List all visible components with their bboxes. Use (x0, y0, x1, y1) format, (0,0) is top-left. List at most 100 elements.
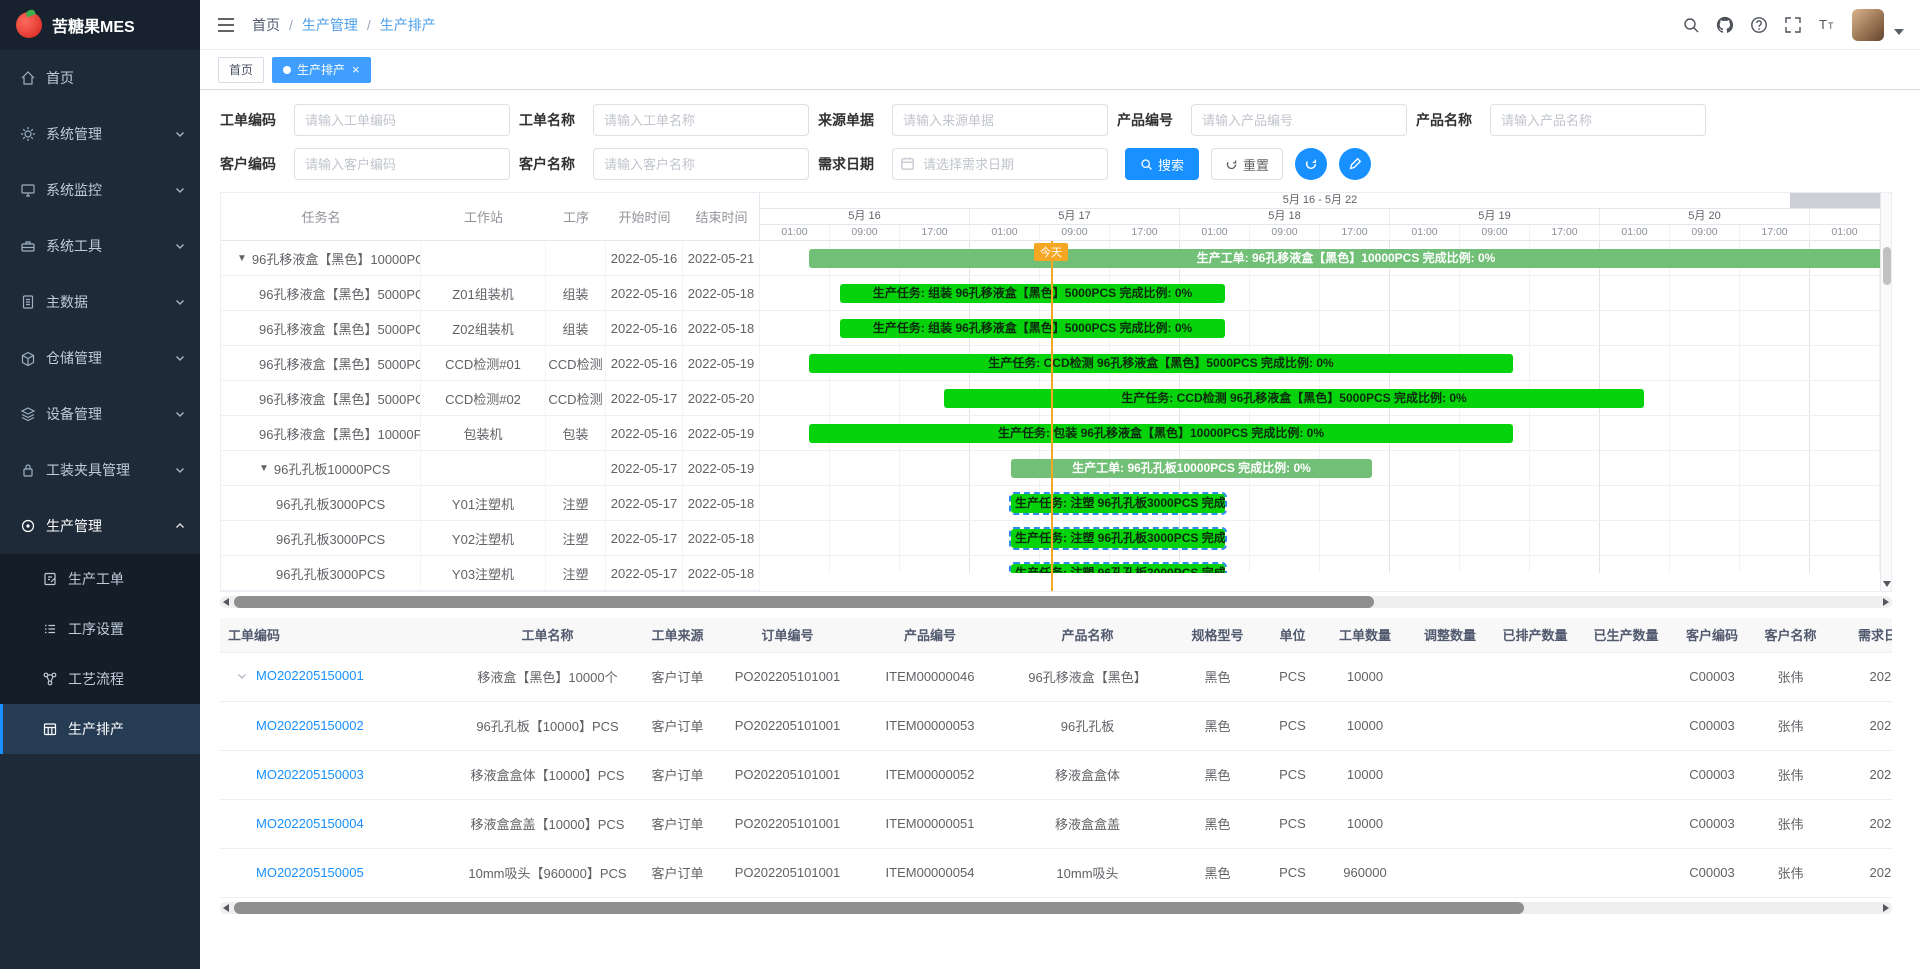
avatar-caret-icon[interactable] (1894, 29, 1904, 35)
gantt-body: 生产工单: 96孔移液盒【黑色】10000PCS 完成比例: 0% 生产任务: … (760, 241, 1880, 573)
col-spec: 规格型号 (1170, 618, 1265, 652)
scroll-left-arrow-icon[interactable] (223, 904, 229, 912)
gantt-bar-task[interactable]: 生产任务: 组装 96孔移液盒【黑色】5000PCS 完成比例: 0% (840, 284, 1225, 303)
product-name-input[interactable] (1490, 104, 1706, 136)
gantt-horizontal-scrollbar[interactable] (220, 596, 1892, 608)
orders-horizontal-scrollbar[interactable] (220, 902, 1892, 914)
gantt-bar-task[interactable]: 生产任务: 包装 96孔移液盒【黑色】10000PCS 完成比例: 0% (809, 424, 1513, 443)
sidebar-item-master-data[interactable]: 主数据 (0, 274, 200, 330)
col-demand-date: 需求日期 (1829, 618, 1892, 652)
sidebar-item-warehouse[interactable]: 仓储管理 (0, 330, 200, 386)
app-root: 苦糖果MES 首页 系统管理 系统监控 系统工具 (0, 0, 1920, 969)
sidebar-item-system-tools[interactable]: 系统工具 (0, 218, 200, 274)
sidebar-item-label: 生产排产 (68, 719, 124, 739)
help-icon[interactable] (1750, 16, 1768, 34)
order-code-input[interactable] (294, 104, 510, 136)
app-logo[interactable]: 苦糖果MES (0, 0, 200, 50)
product-no-input[interactable] (1191, 104, 1407, 136)
sidebar-item-process-flow[interactable]: 工艺流程 (0, 654, 200, 704)
gantt-bar-task-selected[interactable]: 生产任务: 注塑 96孔孔板3000PCS 完成比例: 0% (1011, 529, 1225, 548)
order-code-link[interactable]: MO202205150005 (256, 865, 364, 880)
source-doc-input[interactable] (892, 104, 1108, 136)
main-area: 首页 / 生产管理 / 生产排产 TT 首页 生产排产 (200, 0, 1920, 969)
field-label: 产品编号 (1117, 110, 1179, 130)
hour-cell: 01:00 (1600, 225, 1670, 240)
sidebar-toggle-icon[interactable] (216, 15, 236, 35)
sidebar-item-system-management[interactable]: 系统管理 (0, 106, 200, 162)
gantt-task-row: 96孔移液盒【黑色】5000PCS Z01组装机 组装 2022-05-16 2… (221, 276, 759, 311)
reset-button[interactable]: 重置 (1211, 148, 1283, 180)
refresh-gantt-button[interactable] (1295, 148, 1327, 180)
chevron-down-icon (174, 128, 186, 140)
fullscreen-icon[interactable] (1784, 16, 1802, 34)
box-icon (20, 350, 36, 366)
sidebar-item-production-order[interactable]: 生产工单 (0, 554, 200, 604)
sidebar-item-home[interactable]: 首页 (0, 50, 200, 106)
user-avatar[interactable] (1852, 9, 1884, 41)
scrollbar-thumb[interactable] (1883, 247, 1891, 285)
gantt-bar-task-selected[interactable]: 生产任务: 注塑 96孔孔板3000PCS 完成比例: 0% (1011, 564, 1225, 573)
expand-triangle-icon[interactable]: ▼ (237, 253, 247, 264)
search-button[interactable]: 搜索 (1125, 148, 1199, 180)
scroll-right-arrow-icon[interactable] (1883, 904, 1889, 912)
breadcrumb-home[interactable]: 首页 (252, 15, 280, 35)
github-icon[interactable] (1716, 16, 1734, 34)
sidebar-item-system-monitor[interactable]: 系统监控 (0, 162, 200, 218)
sidebar-menu: 首页 系统管理 系统监控 系统工具 主数据 (0, 50, 200, 754)
gantt-panel: 任务名 工作站 工序 开始时间 结束时间 ▼96孔移液盒【黑色】10000PCS… (220, 192, 1892, 592)
sidebar-item-label: 设备管理 (46, 404, 102, 424)
tab-home[interactable]: 首页 (218, 57, 264, 83)
hour-cell: 17:00 (1320, 225, 1390, 240)
order-code-link[interactable]: MO202205150003 (256, 767, 364, 782)
gantt-bar-task[interactable]: 生产任务: CCD检测 96孔移液盒【黑色】5000PCS 完成比例: 0% (944, 389, 1644, 408)
gantt-bar-task[interactable]: 生产任务: CCD检测 96孔移液盒【黑色】5000PCS 完成比例: 0% (809, 354, 1513, 373)
demand-date-input[interactable] (892, 148, 1108, 180)
sidebar-item-fixture[interactable]: 工装夹具管理 (0, 442, 200, 498)
chevron-up-icon (174, 520, 186, 532)
gantt-vertical-scrollbar[interactable] (1880, 193, 1892, 591)
gantt-bar-order[interactable]: 生产工单: 96孔移液盒【黑色】10000PCS 完成比例: 0% (809, 249, 1880, 268)
col-order-name: 工单名称 (460, 618, 635, 652)
scroll-left-arrow-icon[interactable] (223, 598, 229, 606)
sidebar-item-production[interactable]: 生产管理 (0, 498, 200, 554)
scrollbar-thumb[interactable] (234, 902, 1524, 914)
sidebar-item-equipment[interactable]: 设备管理 (0, 386, 200, 442)
pen-icon (1348, 157, 1362, 171)
customer-code-input[interactable] (294, 148, 510, 180)
order-name-input[interactable] (593, 104, 809, 136)
sidebar-item-production-scheduling[interactable]: 生产排产 (0, 704, 200, 754)
order-code-link[interactable]: MO202205150002 (256, 718, 364, 733)
sidebar-item-process-settings[interactable]: 工序设置 (0, 604, 200, 654)
gantt-bar-task-selected[interactable]: 生产任务: 注塑 96孔孔板3000PCS 完成比例: 0% (1011, 494, 1225, 513)
col-end-time: 结束时间 (683, 207, 760, 226)
col-customer-code: 客户编码 (1672, 618, 1752, 652)
field-label: 工单编码 (220, 110, 282, 130)
sidebar-item-label: 工序设置 (68, 619, 124, 639)
table-header-row: 工单编码 工单名称 工单来源 订单编号 产品编号 产品名称 规格型号 单位 工单… (220, 618, 1892, 652)
edit-schedule-button[interactable] (1339, 148, 1371, 180)
row-expand-chevron-icon[interactable] (236, 670, 256, 685)
field-label: 工单名称 (519, 110, 581, 130)
gantt-bar-order[interactable]: 生产工单: 96孔孔板10000PCS 完成比例: 0% (1011, 459, 1372, 478)
tab-close-icon[interactable]: × (352, 63, 360, 76)
document-icon (20, 294, 36, 310)
gantt-task-row: ▼96孔孔板10000PCS 2022-05-17 2022-05-19 (221, 451, 759, 486)
order-code-link[interactable]: MO202205150004 (256, 816, 364, 831)
sidebar-item-label: 系统监控 (46, 180, 102, 200)
gantt-timeline: 5月 16 - 5月 22 5月 16 5月 17 5月 18 5月 19 5月… (760, 193, 1880, 591)
breadcrumb-production[interactable]: 生产管理 (302, 15, 358, 35)
gantt-bar-task[interactable]: 生产任务: 组装 96孔移液盒【黑色】5000PCS 完成比例: 0% (840, 319, 1225, 338)
gear-icon (20, 126, 36, 142)
scroll-right-arrow-icon[interactable] (1883, 598, 1889, 606)
font-size-icon[interactable]: TT (1818, 16, 1836, 34)
gantt-range-slider[interactable] (1790, 193, 1880, 208)
tab-production-scheduling[interactable]: 生产排产 × (272, 57, 371, 83)
expand-triangle-icon[interactable]: ▼ (259, 463, 269, 474)
customer-name-input[interactable] (593, 148, 809, 180)
search-icon[interactable] (1682, 16, 1700, 34)
order-code-link[interactable]: MO202205150001 (256, 668, 364, 683)
scrollbar-thumb[interactable] (234, 596, 1374, 608)
table-row: MO202205150002 96孔孔板【10000】PCS 客户订单 PO20… (220, 701, 1892, 750)
table-row: MO202205150005 10mm吸头【960000】PCS 客户订单 PO… (220, 848, 1892, 897)
scroll-down-arrow-icon[interactable] (1883, 581, 1891, 587)
